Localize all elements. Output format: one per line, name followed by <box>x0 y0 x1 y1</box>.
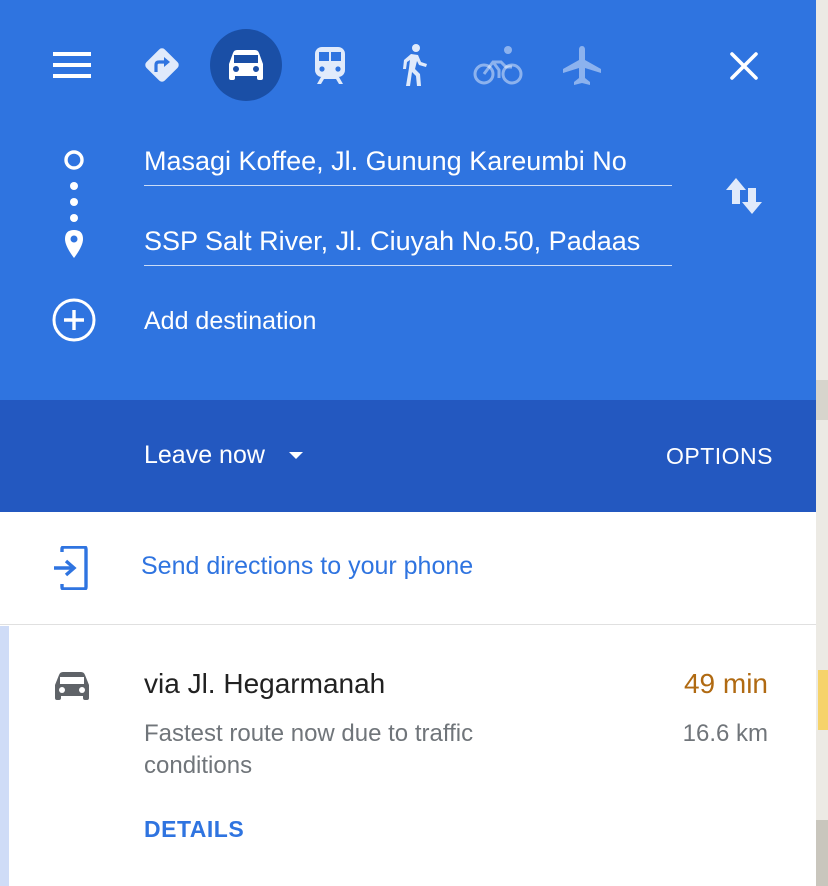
destination-input[interactable]: SSP Salt River, Jl. Ciuyah No.50, Padaas <box>144 218 672 266</box>
caret-down-icon <box>288 451 303 459</box>
bicycle-icon[interactable] <box>472 41 524 89</box>
car-icon <box>222 41 270 89</box>
send-to-phone-row[interactable]: Send directions to your phone <box>0 512 816 625</box>
map-road <box>816 820 828 886</box>
train-icon[interactable] <box>306 41 354 89</box>
details-button[interactable]: DETAILS <box>144 814 244 844</box>
route-dot <box>70 198 78 206</box>
leave-now-dropdown[interactable]: Leave now <box>144 437 303 473</box>
map-edge[interactable] <box>816 0 828 886</box>
menu-icon[interactable] <box>48 45 96 85</box>
leave-now-label: Leave now <box>144 441 265 469</box>
route-dot <box>70 182 78 190</box>
route-distance: 16.6 km <box>682 720 768 747</box>
route-duration: 49 min <box>683 668 768 699</box>
add-destination-button[interactable]: Add destination <box>144 302 316 340</box>
route-title: via Jl. Hegarmanah <box>144 668 386 699</box>
close-icon[interactable] <box>720 42 768 90</box>
route-description: Fastest route now due to traffic conditi… <box>144 720 474 779</box>
directions-diamond-icon[interactable] <box>138 41 186 89</box>
swap-icon[interactable] <box>722 172 766 220</box>
send-directions-link[interactable]: Send directions to your phone <box>141 548 473 584</box>
map-road <box>816 380 828 420</box>
route-option[interactable]: via Jl. Hegarmanah 49 min Fastest route … <box>0 626 816 886</box>
car-icon <box>50 666 94 706</box>
origin-input[interactable]: Masagi Koffee, Jl. Gunung Kareumbi No <box>144 138 672 186</box>
send-to-phone-icon <box>50 546 90 590</box>
add-destination-icon[interactable] <box>50 296 98 344</box>
destination-pin-icon <box>62 228 86 260</box>
map-road <box>818 670 828 730</box>
airplane-icon[interactable] <box>558 41 606 89</box>
directions-panel: Masagi Koffee, Jl. Gunung Kareumbi No SS… <box>0 0 816 886</box>
walk-icon[interactable] <box>390 41 438 89</box>
origin-marker-icon <box>62 148 86 172</box>
selected-route-indicator <box>0 626 9 886</box>
options-button[interactable]: OPTIONS <box>666 440 773 472</box>
route-dot <box>70 214 78 222</box>
directions-header: Masagi Koffee, Jl. Gunung Kareumbi No SS… <box>0 0 816 400</box>
